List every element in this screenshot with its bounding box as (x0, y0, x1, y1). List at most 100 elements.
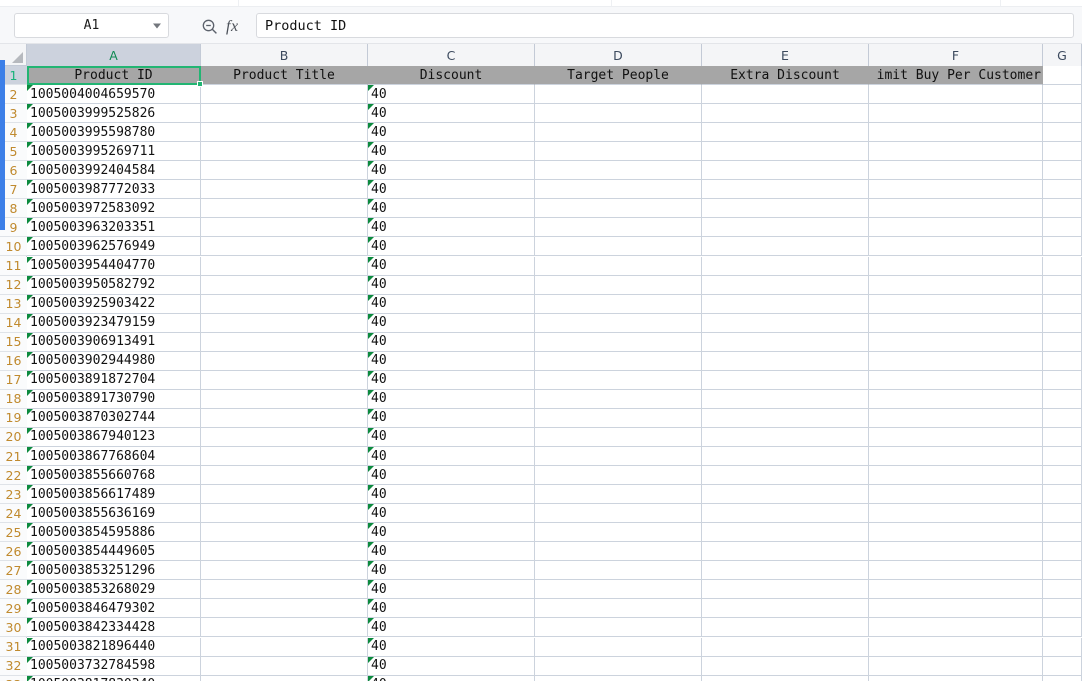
cell-e26[interactable] (702, 542, 869, 562)
cell-f13[interactable] (869, 294, 1043, 314)
cell-e3[interactable] (702, 104, 869, 124)
cell-e20[interactable] (702, 427, 869, 447)
cell-e6[interactable] (702, 161, 869, 181)
cell-b18[interactable] (201, 389, 368, 409)
cell-c11[interactable]: 40 (368, 256, 535, 276)
cell-b22[interactable] (201, 466, 368, 486)
cell-b5[interactable] (201, 142, 368, 162)
header-cell-F1[interactable]: imit Buy Per Customer (869, 66, 1043, 86)
cell-g15[interactable] (1043, 332, 1082, 352)
zoom-out-icon[interactable] (201, 18, 219, 36)
cell-g5[interactable] (1043, 142, 1082, 162)
cell-d29[interactable] (535, 599, 702, 619)
cell-g28[interactable] (1043, 580, 1082, 600)
cell-d24[interactable] (535, 504, 702, 524)
cell-f3[interactable] (869, 104, 1043, 124)
cell-a28[interactable]: 1005003853268029 (27, 580, 201, 600)
cell-b26[interactable] (201, 542, 368, 562)
cell-b8[interactable] (201, 199, 368, 219)
cell-c21[interactable]: 40 (368, 447, 535, 467)
cell-f6[interactable] (869, 161, 1043, 181)
cell-g32[interactable] (1043, 656, 1082, 676)
cell-b13[interactable] (201, 294, 368, 314)
cell-e17[interactable] (702, 370, 869, 390)
cell-d20[interactable] (535, 427, 702, 447)
cell-g1[interactable] (1043, 66, 1082, 86)
row-header-12[interactable]: 12 (0, 275, 27, 295)
cell-e15[interactable] (702, 332, 869, 352)
cell-c17[interactable]: 40 (368, 370, 535, 390)
column-header-c[interactable]: C (368, 44, 535, 66)
cell-a31[interactable]: 1005003821896440 (27, 637, 201, 657)
cell-b33[interactable] (201, 675, 368, 681)
cell-f29[interactable] (869, 599, 1043, 619)
cell-g18[interactable] (1043, 389, 1082, 409)
cell-e18[interactable] (702, 389, 869, 409)
cell-d12[interactable] (535, 275, 702, 295)
cell-b32[interactable] (201, 656, 368, 676)
cell-c20[interactable]: 40 (368, 427, 535, 447)
cell-b20[interactable] (201, 427, 368, 447)
cell-e14[interactable] (702, 313, 869, 333)
cell-b11[interactable] (201, 256, 368, 276)
cell-d13[interactable] (535, 294, 702, 314)
header-cell-A1[interactable]: Product ID (27, 66, 201, 86)
cell-g7[interactable] (1043, 180, 1082, 200)
cell-d26[interactable] (535, 542, 702, 562)
cell-a16[interactable]: 1005003902944980 (27, 351, 201, 371)
cell-d6[interactable] (535, 161, 702, 181)
cell-g29[interactable] (1043, 599, 1082, 619)
cell-c24[interactable]: 40 (368, 504, 535, 524)
row-header-33[interactable]: 33 (0, 675, 27, 681)
cell-e10[interactable] (702, 237, 869, 257)
cell-g4[interactable] (1043, 123, 1082, 143)
cell-a8[interactable]: 1005003972583092 (27, 199, 201, 219)
cell-f5[interactable] (869, 142, 1043, 162)
cell-d28[interactable] (535, 580, 702, 600)
cell-b4[interactable] (201, 123, 368, 143)
cell-f30[interactable] (869, 618, 1043, 638)
cell-d23[interactable] (535, 485, 702, 505)
header-cell-E1[interactable]: Extra Discount (702, 66, 869, 86)
cell-g17[interactable] (1043, 370, 1082, 390)
cell-d31[interactable] (535, 637, 702, 657)
chevron-down-icon[interactable] (153, 23, 161, 28)
cell-a15[interactable]: 1005003906913491 (27, 332, 201, 352)
cell-g2[interactable] (1043, 85, 1082, 105)
cell-e30[interactable] (702, 618, 869, 638)
cell-e33[interactable] (702, 675, 869, 681)
row-header-11[interactable]: 11 (0, 256, 27, 276)
cell-c9[interactable]: 40 (368, 218, 535, 238)
cell-b23[interactable] (201, 485, 368, 505)
cell-d18[interactable] (535, 389, 702, 409)
cell-f26[interactable] (869, 542, 1043, 562)
cell-e9[interactable] (702, 218, 869, 238)
cell-a2[interactable]: 1005004004659570 (27, 85, 201, 105)
cell-c32[interactable]: 40 (368, 656, 535, 676)
cell-d7[interactable] (535, 180, 702, 200)
cell-d19[interactable] (535, 408, 702, 428)
cell-g13[interactable] (1043, 294, 1082, 314)
cell-f16[interactable] (869, 351, 1043, 371)
cell-a4[interactable]: 1005003995598780 (27, 123, 201, 143)
cell-e29[interactable] (702, 599, 869, 619)
cell-d4[interactable] (535, 123, 702, 143)
cell-a20[interactable]: 1005003867940123 (27, 427, 201, 447)
cell-c13[interactable]: 40 (368, 294, 535, 314)
cell-e2[interactable] (702, 85, 869, 105)
cell-a18[interactable]: 1005003891730790 (27, 389, 201, 409)
cell-c19[interactable]: 40 (368, 408, 535, 428)
header-cell-B1[interactable]: Product Title (201, 66, 368, 86)
cell-b19[interactable] (201, 408, 368, 428)
cell-b30[interactable] (201, 618, 368, 638)
cell-b2[interactable] (201, 85, 368, 105)
cell-d27[interactable] (535, 561, 702, 581)
column-header-a[interactable]: A (27, 44, 201, 66)
cell-f10[interactable] (869, 237, 1043, 257)
cell-g24[interactable] (1043, 504, 1082, 524)
row-header-26[interactable]: 26 (0, 542, 27, 562)
cell-a7[interactable]: 1005003987772033 (27, 180, 201, 200)
cell-f23[interactable] (869, 485, 1043, 505)
cell-c18[interactable]: 40 (368, 389, 535, 409)
cell-f2[interactable] (869, 85, 1043, 105)
